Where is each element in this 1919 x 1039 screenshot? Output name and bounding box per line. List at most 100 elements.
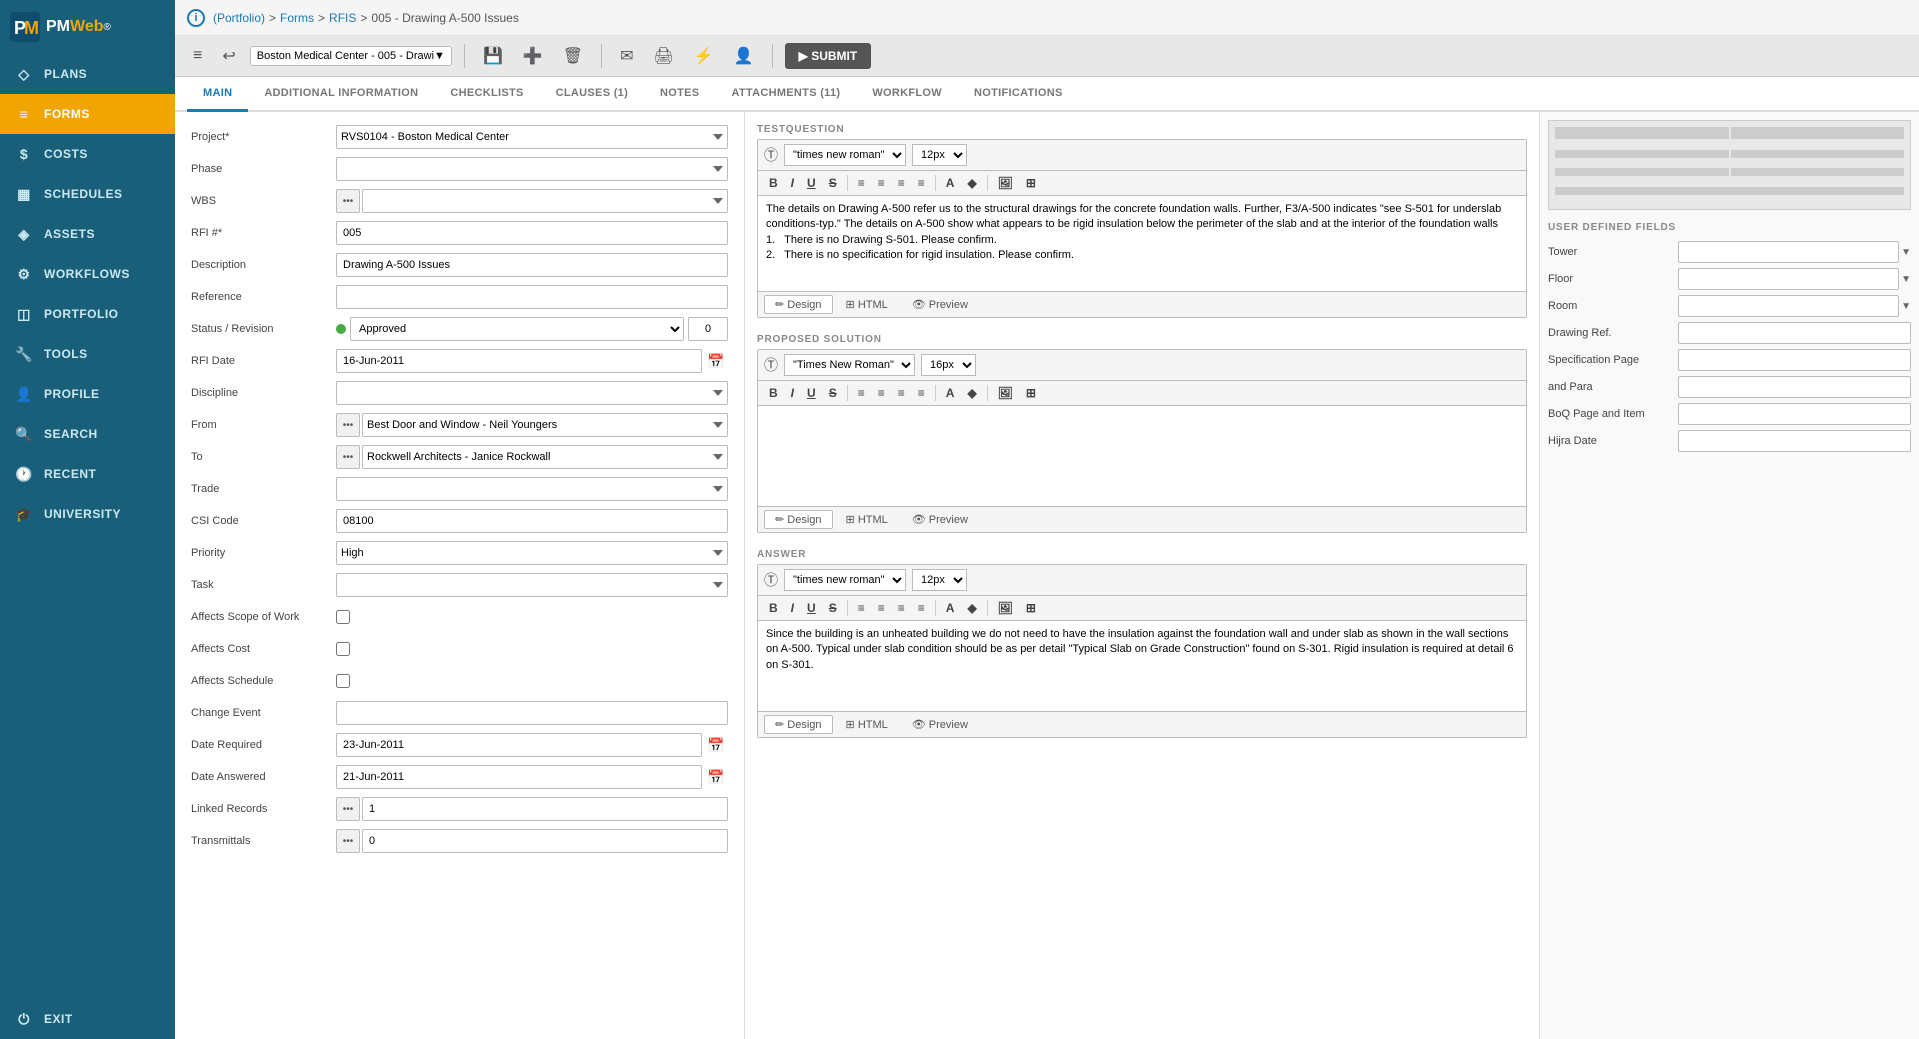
- proposed-size-select[interactable]: 16px: [921, 354, 976, 376]
- rfi-date-input[interactable]: [336, 349, 702, 373]
- wbs-select[interactable]: [362, 189, 728, 213]
- status-select[interactable]: Approved: [350, 317, 684, 341]
- breadcrumb-rfis[interactable]: RFIS: [329, 11, 356, 25]
- image-button[interactable]: 🖼: [993, 174, 1018, 192]
- udf-tower-dropdown[interactable]: ▼: [1901, 247, 1911, 258]
- answer-font-select[interactable]: "times new roman": [784, 569, 906, 591]
- align-left-button[interactable]: ≡: [853, 174, 870, 192]
- sidebar-item-tools[interactable]: 🔧 TOOLS: [0, 334, 175, 374]
- udf-hijra-input[interactable]: [1678, 430, 1911, 452]
- undo-button[interactable]: ↩: [216, 42, 241, 70]
- tab-main[interactable]: MAIN: [187, 77, 248, 112]
- proposed-table-button[interactable]: ⊞: [1021, 384, 1041, 402]
- from-more-button[interactable]: •••: [336, 413, 360, 437]
- sidebar-item-schedules[interactable]: ▦ SCHEDULES: [0, 174, 175, 214]
- lightning-button[interactable]: ⚡: [688, 42, 720, 70]
- proposed-image-button[interactable]: 🖼: [993, 384, 1018, 402]
- answer-underline-button[interactable]: U: [802, 599, 821, 617]
- highlight-button[interactable]: ◆: [962, 174, 981, 192]
- bold-button[interactable]: B: [764, 174, 783, 192]
- sidebar-item-forms[interactable]: ≡ FORMS: [0, 94, 175, 134]
- testquestion-content[interactable]: The details on Drawing A-500 refer us to…: [758, 196, 1526, 291]
- answer-align-left-button[interactable]: ≡: [853, 599, 870, 617]
- proposed-italic-button[interactable]: I: [786, 384, 799, 402]
- italic-button[interactable]: I: [786, 174, 799, 192]
- breadcrumb-forms[interactable]: Forms: [280, 11, 314, 25]
- affects-scope-checkbox[interactable]: [336, 610, 350, 624]
- sidebar-item-plans[interactable]: ◇ PLANS: [0, 54, 175, 94]
- proposed-justify-button[interactable]: ≡: [913, 384, 930, 402]
- date-answered-input[interactable]: [336, 765, 702, 789]
- answer-preview-tab[interactable]: 👁 Preview: [901, 715, 979, 734]
- sidebar-item-portfolio[interactable]: ◫ PORTFOLIO: [0, 294, 175, 334]
- tab-workflow[interactable]: WORKFLOW: [856, 77, 958, 112]
- answer-table-button[interactable]: ⊞: [1021, 599, 1041, 617]
- delete-button[interactable]: 🗑: [557, 42, 589, 70]
- change-event-input[interactable]: [336, 701, 728, 725]
- udf-drawing-ref-input[interactable]: [1678, 322, 1911, 344]
- reference-input[interactable]: [336, 285, 728, 309]
- sidebar-item-assets[interactable]: ◈ ASSETS: [0, 214, 175, 254]
- proposed-strikethrough-button[interactable]: S: [824, 384, 842, 402]
- from-select[interactable]: Best Door and Window - Neil Youngers: [362, 413, 728, 437]
- save-button[interactable]: 💾: [477, 42, 509, 70]
- breadcrumb-portfolio[interactable]: (Portfolio): [213, 11, 265, 25]
- description-input[interactable]: [336, 253, 728, 277]
- udf-and-para-input[interactable]: [1678, 376, 1911, 398]
- testquestion-design-tab[interactable]: ✏ Design: [764, 295, 833, 314]
- answer-html-tab[interactable]: ⊞ HTML: [835, 715, 899, 734]
- answer-design-tab[interactable]: ✏ Design: [764, 715, 833, 734]
- to-more-button[interactable]: •••: [336, 445, 360, 469]
- testquestion-font-select[interactable]: "times new roman": [784, 144, 906, 166]
- list-view-button[interactable]: ≡: [187, 43, 208, 69]
- linked-records-more-button[interactable]: •••: [336, 797, 360, 821]
- answer-image-button[interactable]: 🖼: [993, 599, 1018, 617]
- priority-select[interactable]: High: [336, 541, 728, 565]
- discipline-select[interactable]: [336, 381, 728, 405]
- justify-button[interactable]: ≡: [913, 174, 930, 192]
- sidebar-item-profile[interactable]: 👤 PROFILE: [0, 374, 175, 414]
- proposed-design-tab[interactable]: ✏ Design: [764, 510, 833, 529]
- font-color-button[interactable]: A: [941, 174, 960, 192]
- proposed-align-left-button[interactable]: ≡: [853, 384, 870, 402]
- proposed-font-color-button[interactable]: A: [941, 384, 960, 402]
- testquestion-preview-tab[interactable]: 👁 Preview: [901, 295, 979, 314]
- udf-room-dropdown[interactable]: ▼: [1901, 301, 1911, 312]
- csi-code-input[interactable]: [336, 509, 728, 533]
- udf-room-select[interactable]: [1678, 295, 1899, 317]
- tab-clauses[interactable]: CLAUSES (1): [540, 77, 644, 112]
- answer-content[interactable]: Since the building is an unheated buildi…: [758, 621, 1526, 711]
- date-required-calendar-button[interactable]: 📅: [704, 733, 728, 757]
- udf-floor-select[interactable]: [1678, 268, 1899, 290]
- proposed-html-tab[interactable]: ⊞ HTML: [835, 510, 899, 529]
- answer-strikethrough-button[interactable]: S: [824, 599, 842, 617]
- sidebar-item-exit[interactable]: ⏻ EXIT: [0, 999, 175, 1039]
- info-icon[interactable]: i: [187, 9, 205, 27]
- testquestion-size-select[interactable]: 12px: [912, 144, 967, 166]
- print-button[interactable]: 🖨: [648, 42, 680, 70]
- transmittals-more-button[interactable]: •••: [336, 829, 360, 853]
- sidebar-item-workflows[interactable]: ⚙ WORKFLOWS: [0, 254, 175, 294]
- trade-select[interactable]: [336, 477, 728, 501]
- transmittals-input[interactable]: [362, 829, 728, 853]
- tab-checklists[interactable]: CHECKLISTS: [434, 77, 539, 112]
- tab-attachments[interactable]: ATTACHMENTS (11): [715, 77, 856, 112]
- proposed-solution-content[interactable]: [758, 406, 1526, 506]
- proposed-highlight-button[interactable]: ◆: [962, 384, 981, 402]
- rfi-num-input[interactable]: [336, 221, 728, 245]
- linked-records-input[interactable]: [362, 797, 728, 821]
- to-select[interactable]: Rockwell Architects - Janice Rockwall: [362, 445, 728, 469]
- tab-additional[interactable]: ADDITIONAL INFORMATION: [248, 77, 434, 112]
- align-center-button[interactable]: ≡: [873, 174, 890, 192]
- answer-font-color-button[interactable]: A: [941, 599, 960, 617]
- testquestion-html-tab[interactable]: ⊞ HTML: [835, 295, 899, 314]
- sidebar-item-university[interactable]: 🎓 UNIVERSITY: [0, 494, 175, 534]
- affects-cost-checkbox[interactable]: [336, 642, 350, 656]
- answer-align-center-button[interactable]: ≡: [873, 599, 890, 617]
- date-required-input[interactable]: [336, 733, 702, 757]
- status-revision-input[interactable]: [688, 317, 728, 341]
- email-button[interactable]: ✉: [614, 42, 639, 70]
- udf-floor-dropdown[interactable]: ▼: [1901, 274, 1911, 285]
- udf-tower-select[interactable]: [1678, 241, 1899, 263]
- person-button[interactable]: 👤: [728, 42, 760, 70]
